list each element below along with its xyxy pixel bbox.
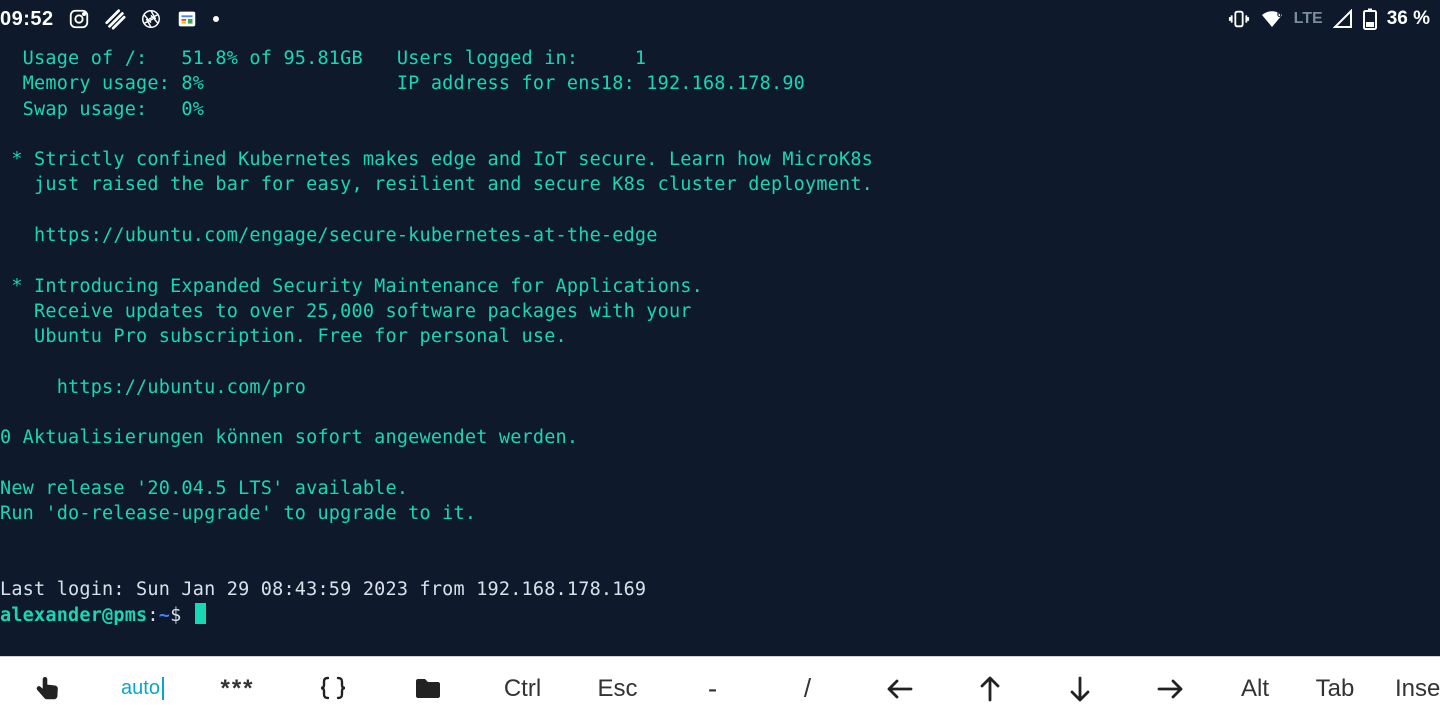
slash-key[interactable]: / — [760, 657, 855, 720]
aperture-icon — [140, 8, 162, 30]
prompt-path: ~ — [159, 605, 170, 626]
prompt-dollar: $ — [170, 605, 181, 626]
last-login-line: Last login: Sun Jan 29 08:43:59 2023 fro… — [0, 579, 646, 600]
touch-mode-button[interactable] — [0, 657, 95, 720]
cell-signal-icon — [1333, 9, 1353, 29]
ctrl-key[interactable]: Ctrl — [475, 657, 570, 720]
prompt-user-host: alexander@pms — [0, 605, 147, 626]
statusbar-left: 09:52 — [0, 8, 220, 31]
extra-keys-row: auto *** Ctrl Esc - / Alt Tab Insert — [0, 656, 1440, 720]
notification-dot-icon — [212, 15, 220, 23]
network-type-label: LTE — [1294, 10, 1323, 28]
android-status-bar: 09:52 6 LTE 36 % — [0, 0, 1440, 38]
svg-text:6: 6 — [1277, 10, 1282, 19]
wifi-icon: 6 — [1260, 9, 1284, 29]
arrow-up-key[interactable] — [945, 657, 1035, 720]
clock: 09:52 — [0, 8, 54, 31]
esc-key[interactable]: Esc — [570, 657, 665, 720]
statusbar-right: 6 LTE 36 % — [1228, 8, 1430, 30]
folder-button[interactable] — [380, 657, 475, 720]
tab-key[interactable]: Tab — [1295, 657, 1375, 720]
battery-icon — [1363, 8, 1377, 30]
arrow-right-key[interactable] — [1125, 657, 1215, 720]
terminal-output[interactable]: Usage of /: 51.8% of 95.81GB Users logge… — [0, 38, 1440, 656]
vibrate-icon — [1228, 8, 1250, 30]
arrow-left-key[interactable] — [855, 657, 945, 720]
dash-key[interactable]: - — [665, 657, 760, 720]
arrow-down-key[interactable] — [1035, 657, 1125, 720]
battery-percent: 36 % — [1387, 8, 1430, 30]
insert-key[interactable]: Insert — [1375, 657, 1440, 720]
instagram-icon — [68, 8, 90, 30]
stripes-icon — [104, 8, 126, 30]
alt-key[interactable]: Alt — [1215, 657, 1295, 720]
cursor — [195, 603, 206, 624]
password-stars-button[interactable]: *** — [190, 657, 285, 720]
google-news-icon — [176, 8, 198, 30]
autocomplete-button[interactable]: auto — [95, 657, 190, 720]
braces-button[interactable] — [285, 657, 380, 720]
